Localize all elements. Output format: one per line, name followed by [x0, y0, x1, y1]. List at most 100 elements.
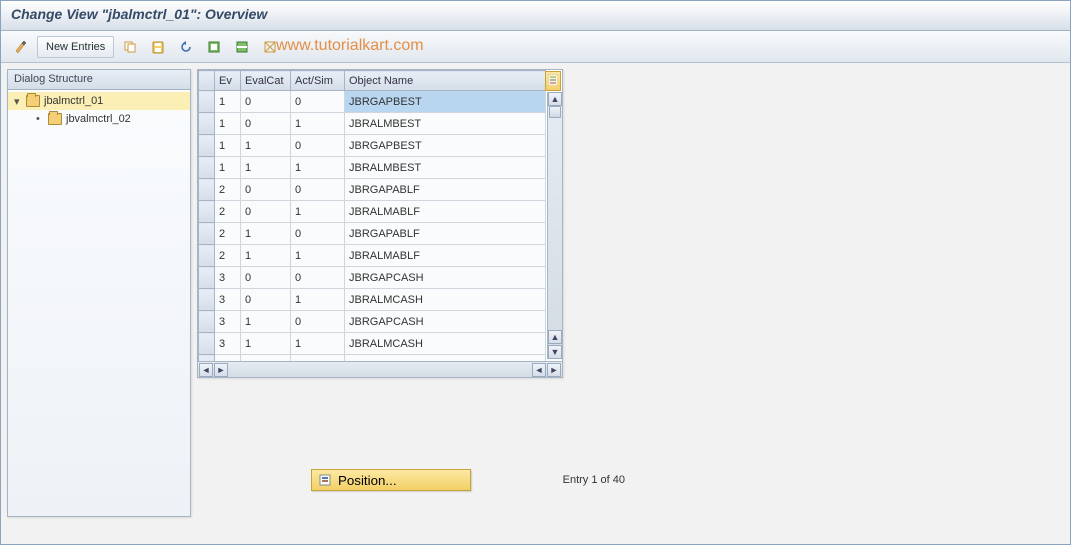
cell-evalcat[interactable]: 1 [241, 135, 291, 157]
row-selector[interactable] [199, 135, 215, 157]
cell-actsim[interactable]: 1 [291, 333, 345, 355]
col-header-ev[interactable]: Ev [215, 71, 241, 91]
scroll-left-end-button[interactable]: ◄ [532, 363, 546, 377]
col-header-evalcat[interactable]: EvalCat [241, 71, 291, 91]
cell-evalcat[interactable]: 1 [241, 223, 291, 245]
cell-objectname[interactable]: JBRGAPCASH [345, 267, 546, 289]
table-row[interactable]: 310JBRGAPCASH [199, 311, 546, 333]
cell-evalcat[interactable]: 0 [241, 201, 291, 223]
cell-evalcat[interactable]: 0 [241, 179, 291, 201]
cell-objectname[interactable]: JBRGAPCASH [345, 311, 546, 333]
table-row[interactable]: 111JBRALMBEST [199, 157, 546, 179]
horizontal-scrollbar[interactable]: ◄ ► ◄ ► [198, 361, 562, 377]
table-row[interactable]: 210JBRGAPABLF [199, 223, 546, 245]
cell-objectname[interactable]: JBRALMCASH [345, 289, 546, 311]
table-row[interactable]: 211JBRALMABLF [199, 245, 546, 267]
cell-actsim[interactable]: 0 [291, 179, 345, 201]
toggle-button[interactable] [9, 36, 33, 58]
row-selector[interactable] [199, 245, 215, 267]
cell-actsim[interactable]: 0 [291, 91, 345, 113]
scroll-right-button[interactable]: ► [214, 363, 228, 377]
cell-ev[interactable]: 1 [215, 91, 241, 113]
table-row[interactable]: 311JBRALMCASH [199, 333, 546, 355]
col-header-actsim[interactable]: Act/Sim [291, 71, 345, 91]
row-selector[interactable] [199, 113, 215, 135]
cell-objectname[interactable]: JBRGAPABLF [345, 179, 546, 201]
cell-ev[interactable]: 2 [215, 223, 241, 245]
row-selector[interactable] [199, 223, 215, 245]
cell-evalcat[interactable]: 1 [241, 333, 291, 355]
undo-button[interactable] [174, 36, 198, 58]
cell-ev[interactable]: 2 [215, 245, 241, 267]
cell-evalcat[interactable]: 0 [241, 113, 291, 135]
table-row[interactable]: 200JBRGAPABLF [199, 179, 546, 201]
cell-objectname[interactable]: JBRGAPABLF [345, 223, 546, 245]
cell-ev[interactable]: 3 [215, 311, 241, 333]
col-header-objectname[interactable]: Object Name [345, 71, 546, 91]
table-settings-button[interactable] [545, 71, 561, 91]
cell-objectname[interactable]: JBRALMBEST [345, 113, 546, 135]
cell-ev[interactable]: 2 [215, 201, 241, 223]
cell-actsim[interactable]: 0 [291, 223, 345, 245]
row-selector[interactable] [199, 179, 215, 201]
cell-actsim[interactable]: 1 [291, 113, 345, 135]
table-row[interactable]: 110JBRGAPBEST [199, 135, 546, 157]
scroll-thumb[interactable] [549, 106, 561, 118]
save-button[interactable] [146, 36, 170, 58]
cell-ev[interactable]: 1 [215, 135, 241, 157]
cell-evalcat[interactable]: 0 [241, 267, 291, 289]
row-selector-header[interactable] [199, 71, 215, 91]
deselect-all-button[interactable] [258, 36, 282, 58]
row-selector[interactable] [199, 333, 215, 355]
table-row[interactable]: 300JBRGAPCASH [199, 267, 546, 289]
cell-actsim[interactable]: 1 [291, 245, 345, 267]
row-selector[interactable] [199, 91, 215, 113]
cell-evalcat[interactable]: 1 [241, 157, 291, 179]
cell-actsim[interactable]: 1 [291, 201, 345, 223]
cell-ev[interactable]: 1 [215, 113, 241, 135]
select-block-button[interactable] [230, 36, 254, 58]
cell-evalcat[interactable]: 1 [241, 245, 291, 267]
row-selector[interactable] [199, 267, 215, 289]
cell-ev[interactable]: 3 [215, 333, 241, 355]
cell-ev[interactable]: 3 [215, 289, 241, 311]
scroll-page-up-button[interactable]: ▲ [548, 330, 562, 344]
row-selector[interactable] [199, 157, 215, 179]
cell-objectname[interactable]: JBRALMABLF [345, 245, 546, 267]
cell-actsim[interactable]: 1 [291, 157, 345, 179]
table-row[interactable]: 100JBRGAPBEST [199, 91, 546, 113]
tree-node-jbalmctrl-01[interactable]: ▾ jbalmctrl_01 [8, 92, 190, 110]
cell-evalcat[interactable]: 0 [241, 91, 291, 113]
row-selector[interactable] [199, 311, 215, 333]
scroll-up-button[interactable]: ▲ [548, 92, 562, 106]
tree-expand-icon[interactable]: ▾ [14, 95, 24, 108]
table-row[interactable]: 201JBRALMABLF [199, 201, 546, 223]
cell-ev[interactable]: 3 [215, 267, 241, 289]
table-row[interactable]: 301JBRALMCASH [199, 289, 546, 311]
cell-objectname[interactable]: JBRALMBEST [345, 157, 546, 179]
cell-ev[interactable]: 1 [215, 157, 241, 179]
cell-actsim[interactable]: 0 [291, 135, 345, 157]
cell-objectname[interactable]: JBRALMCASH [345, 333, 546, 355]
cell-actsim[interactable]: 0 [291, 267, 345, 289]
cell-actsim[interactable]: 0 [291, 311, 345, 333]
cell-objectname[interactable]: JBRALMABLF [345, 201, 546, 223]
new-entries-button[interactable]: New Entries [37, 36, 114, 58]
cell-actsim[interactable]: 1 [291, 289, 345, 311]
cell-objectname[interactable]: JBRGAPBEST [345, 91, 546, 113]
cell-evalcat[interactable]: 0 [241, 289, 291, 311]
scroll-track[interactable] [548, 106, 562, 330]
row-selector[interactable] [199, 201, 215, 223]
position-button[interactable]: Position... [311, 469, 471, 491]
select-all-button[interactable] [202, 36, 226, 58]
scroll-down-button[interactable]: ▼ [548, 345, 562, 359]
row-selector[interactable] [199, 289, 215, 311]
copy-button[interactable] [118, 36, 142, 58]
cell-ev[interactable]: 2 [215, 179, 241, 201]
vertical-scrollbar[interactable]: ▲ ▲ ▼ [547, 92, 562, 359]
scroll-right-end-button[interactable]: ► [547, 363, 561, 377]
tree-node-jbvalmctrl-02[interactable]: • jbvalmctrl_02 [8, 110, 190, 128]
scroll-left-button[interactable]: ◄ [199, 363, 213, 377]
cell-objectname[interactable]: JBRGAPBEST [345, 135, 546, 157]
cell-evalcat[interactable]: 1 [241, 311, 291, 333]
